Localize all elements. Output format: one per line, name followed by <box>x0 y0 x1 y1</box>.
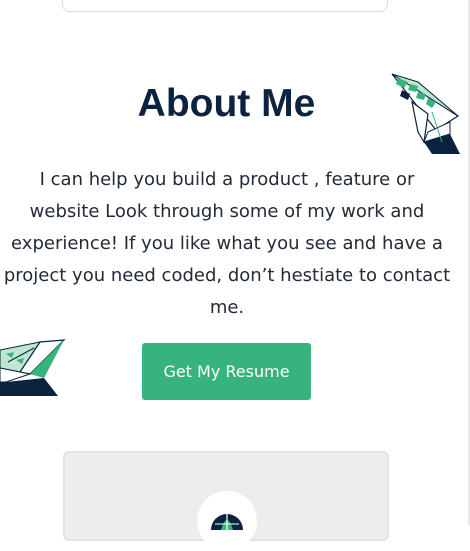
project-card[interactable] <box>63 451 389 551</box>
about-line: I can help you build a product , feature… <box>39 169 415 190</box>
about-line: website Look through some of my work and <box>29 201 425 222</box>
about-line: project you need coded, don’t hestiate t… <box>3 265 451 286</box>
about-title: About Me <box>137 82 316 125</box>
paper-plane-origami-icon <box>0 339 66 396</box>
about-description: I can help you build a product , feature… <box>0 164 462 324</box>
globe-icon <box>211 514 243 530</box>
get-resume-button[interactable]: Get My Resume <box>142 343 311 400</box>
about-line: me. <box>209 297 245 318</box>
about-line: experience! If you like what you see and… <box>11 233 443 254</box>
previous-card-bottom <box>62 0 388 12</box>
avatar <box>197 491 257 551</box>
